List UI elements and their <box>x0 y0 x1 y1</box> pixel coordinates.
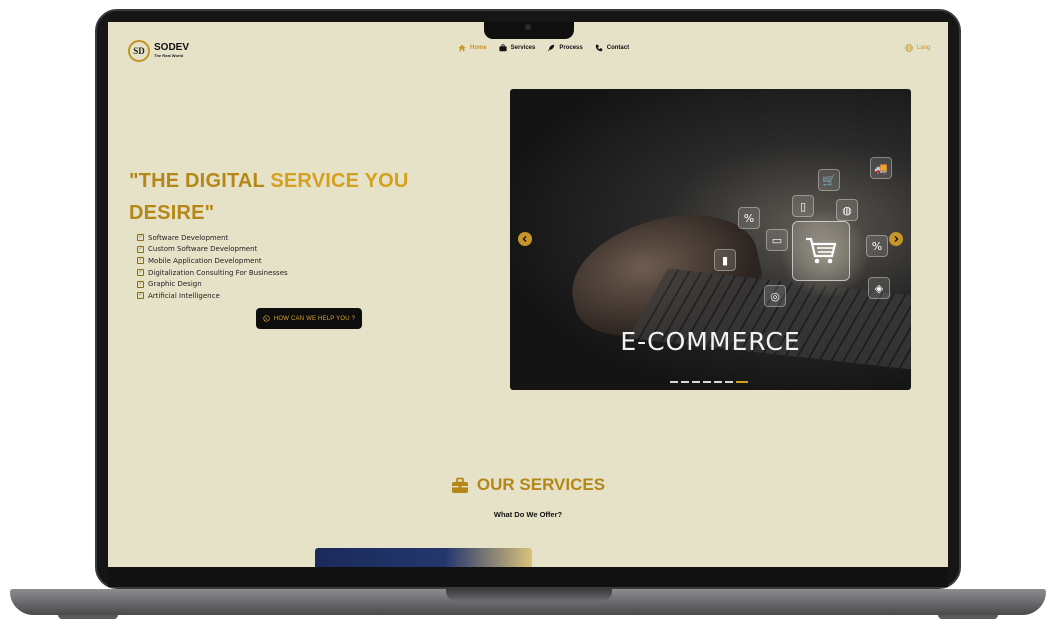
feature-label: Software Development <box>148 233 229 242</box>
carousel-indicators <box>670 381 748 383</box>
carousel-dot-active[interactable] <box>736 381 748 383</box>
globe-icon: ◍ <box>836 199 858 221</box>
laptop-foot-right <box>938 615 998 619</box>
feature-item: ✓ Graphic Design <box>137 278 288 290</box>
nav-contact-label: Contact <box>606 45 630 51</box>
help-cta-label: HOW CAN WE HELP YOU ? <box>273 315 356 322</box>
phone-device-icon: ▮ <box>714 249 736 271</box>
globe-icon <box>905 44 913 52</box>
briefcase-icon <box>451 477 468 493</box>
website-screen: SD SODEV The Real World Home Services Pr… <box>108 22 948 567</box>
nav-services[interactable]: Services <box>499 44 536 52</box>
shopping-cart-icon <box>792 221 850 281</box>
feature-item: ✓ Mobile Application Development <box>137 255 288 267</box>
feature-item: ✓ Digitalization Consulting For Businesse… <box>137 267 288 279</box>
feature-item: ✓ Custom Software Development <box>137 244 288 256</box>
services-title: OUR SERVICES <box>476 475 606 494</box>
carousel-dot[interactable] <box>670 381 678 383</box>
nav-process[interactable]: Process <box>547 44 583 52</box>
hero-title: "THE DIGITAL SERVICE YOU DESIRE" <box>129 165 429 229</box>
home-icon <box>458 44 466 52</box>
nav-home-label: Home <box>470 45 487 51</box>
checkbox-icon: ✓ <box>137 234 144 242</box>
carousel-dot[interactable] <box>692 381 700 383</box>
hero-title-part1: "THE DIGITAL <box>129 170 271 192</box>
hero-carousel[interactable]: 🚚 🛒 ▯ % ▭ ◍ % ▮ ◎ ◈ E-COMMERCE <box>510 89 911 390</box>
tag-icon: ◈ <box>868 277 890 299</box>
nav-process-label: Process <box>559 45 583 51</box>
feature-label: Digitalization Consulting For Businesses <box>148 268 288 277</box>
credit-card-icon: ▭ <box>766 229 788 251</box>
camera-lens <box>525 24 531 30</box>
feature-label: Custom Software Development <box>148 245 258 254</box>
carousel-dot[interactable] <box>681 381 689 383</box>
feature-item: ✓ Artificial Intelligence <box>137 290 288 302</box>
services-heading: OUR SERVICES <box>108 475 948 495</box>
cart-icon: 🛒 <box>818 169 840 191</box>
feature-label: Mobile Application Development <box>148 256 262 265</box>
logo-mark: SD <box>128 40 150 62</box>
checkbox-icon: ✓ <box>137 292 144 300</box>
rocket-icon <box>548 44 555 52</box>
feature-label: Graphic Design <box>148 280 202 289</box>
carousel-dot[interactable] <box>703 381 711 383</box>
feature-label: Artificial Intelligence <box>148 291 220 300</box>
truck-icon: 🚚 <box>870 157 892 179</box>
percent-icon: % <box>866 235 888 257</box>
logo-tagline: The Real World <box>154 53 184 58</box>
carousel-next-button[interactable] <box>889 232 903 246</box>
mobile-icon: ▯ <box>792 195 814 217</box>
feature-list: ✓ Software Development ✓ Custom Software D… <box>137 232 288 302</box>
carousel-dot[interactable] <box>725 381 733 383</box>
help-cta-button[interactable]: HOW CAN WE HELP YOU ? <box>256 308 362 329</box>
language-selector[interactable]: Lang <box>905 44 930 52</box>
checkbox-icon: ✓ <box>137 257 144 265</box>
checkbox-icon: ✓ <box>137 280 144 288</box>
carousel-prev-button[interactable] <box>518 232 532 246</box>
services-subtitle: What Do We Offer? <box>493 510 563 519</box>
language-label: Lang <box>917 45 931 51</box>
checkbox-icon: ✓ <box>137 269 144 277</box>
nav-contact[interactable]: Contact <box>595 44 629 52</box>
logo-name: SODEV <box>154 42 190 53</box>
laptop-hinge-notch <box>446 589 612 601</box>
feature-item: ✓ Software Development <box>137 232 288 244</box>
service-card-image <box>315 548 532 567</box>
hero-title-part3: DESIRE" <box>129 202 215 224</box>
phone-icon <box>595 44 602 52</box>
laptop-foot-left <box>58 615 118 619</box>
whatsapp-icon <box>263 315 270 322</box>
slide-caption: E-COMMERCE <box>620 327 801 356</box>
hero-title-part2: SERVICE YOU <box>270 170 409 192</box>
briefcase-icon <box>499 44 507 52</box>
screen-bezel <box>108 567 948 587</box>
carousel-dot[interactable] <box>714 381 722 383</box>
main-nav: Home Services Process Contact <box>458 44 629 52</box>
chevron-left-icon <box>522 236 527 242</box>
checkbox-icon: ✓ <box>137 245 144 253</box>
chevron-right-icon <box>894 236 899 242</box>
nav-services-label: Services <box>510 45 536 51</box>
site-logo[interactable]: SD SODEV The Real World <box>128 40 189 62</box>
discount-icon: % <box>738 207 760 229</box>
network-icon: ◎ <box>764 285 786 307</box>
nav-home[interactable]: Home <box>458 44 487 52</box>
